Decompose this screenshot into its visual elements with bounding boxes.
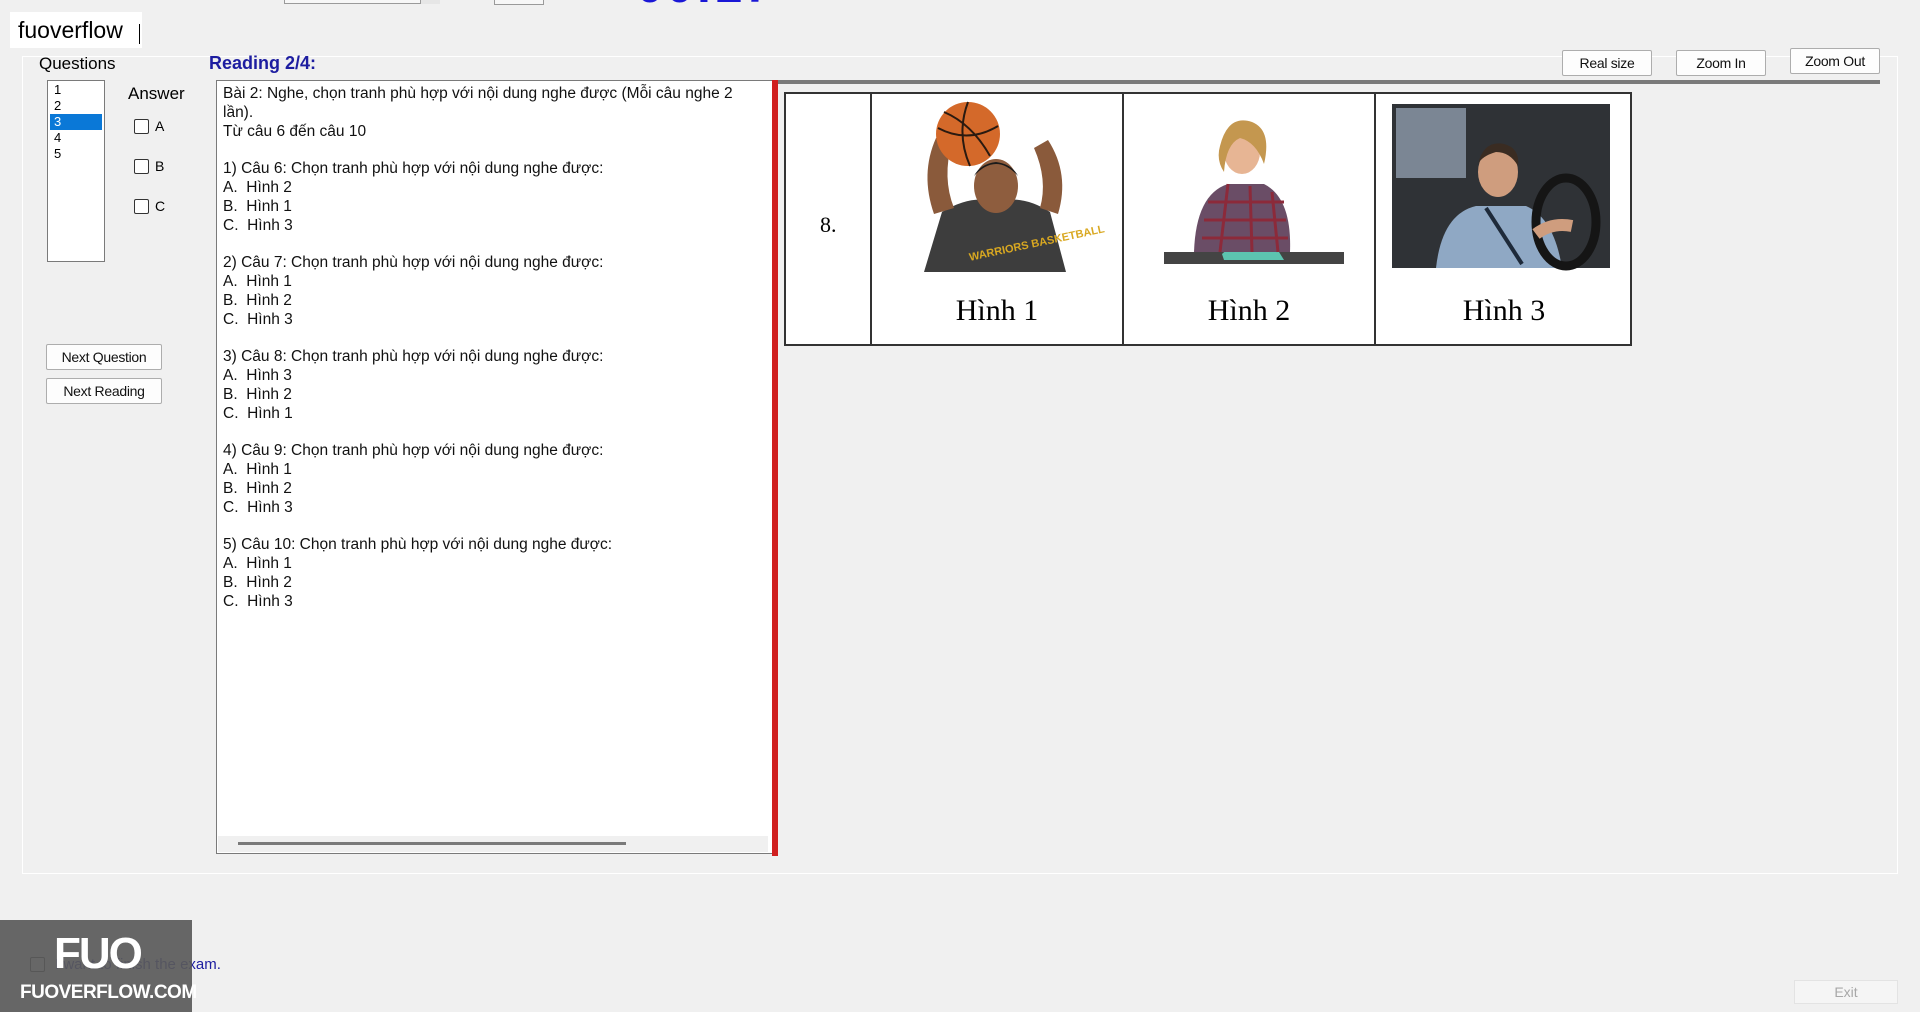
answer-option-b[interactable]: B xyxy=(134,158,164,174)
answer-a-label: A xyxy=(155,118,165,134)
picture-cell-2: Hình 2 xyxy=(1122,94,1374,344)
reading-text: Bài 2: Nghe, chọn tranh phù hợp với nội … xyxy=(223,85,733,610)
answer-c-checkbox[interactable] xyxy=(134,198,149,214)
answer-option-a[interactable]: A xyxy=(134,118,164,134)
answer-label: Answer xyxy=(128,84,185,103)
picture-caption-2: Hình 2 xyxy=(1207,294,1291,327)
picture-caption-3: Hình 3 xyxy=(1462,294,1546,327)
answer-option-c[interactable]: C xyxy=(134,198,165,214)
student-name-field: fuoverflow xyxy=(10,12,142,48)
question-item-3[interactable]: 3 xyxy=(50,114,102,130)
real-size-button[interactable]: Real size xyxy=(1562,50,1652,76)
question-item-1[interactable]: 1 xyxy=(50,82,102,98)
question-item-2[interactable]: 2 xyxy=(50,98,102,114)
watermark: FUO FUOVERFLOW.COM xyxy=(0,920,197,1012)
question-item-4[interactable]: 4 xyxy=(50,130,102,146)
zoom-in-button[interactable]: Zoom In xyxy=(1676,50,1766,76)
answer-b-checkbox[interactable] xyxy=(134,158,149,174)
picture-table: 8. WARRIORS BASKETBALL Hình 1 Hình 2 Hìn… xyxy=(784,92,1632,346)
reading-title: Reading 2/4: xyxy=(209,53,317,73)
top-small-field[interactable] xyxy=(494,0,544,5)
reading-text-panel[interactable]: Bài 2: Nghe, chọn tranh phù hợp với nội … xyxy=(216,80,774,854)
question-list[interactable]: 1 2 3 4 5 xyxy=(47,80,105,262)
picture-caption-1: Hình 1 xyxy=(955,294,1039,327)
exit-button[interactable]: Exit xyxy=(1794,980,1898,1004)
picture-cell-3: Hình 3 xyxy=(1374,94,1632,344)
basketball-player-image: WARRIORS BASKETBALL xyxy=(924,101,1106,272)
text-caret xyxy=(139,24,140,44)
picture-number: 8. xyxy=(820,212,837,237)
next-reading-button[interactable]: Next Reading xyxy=(46,378,162,404)
man-driving-image xyxy=(1392,104,1610,271)
top-text-field[interactable] xyxy=(284,0,440,4)
exam-timer: 00:17 xyxy=(636,0,774,10)
scrollbar-thumb[interactable] xyxy=(238,842,626,845)
answer-b-label: B xyxy=(155,158,165,174)
watermark-logo: FUO xyxy=(54,929,143,978)
top-dropdown-button[interactable] xyxy=(420,0,440,4)
answer-c-label: C xyxy=(155,198,166,214)
picture-cell-1: WARRIORS BASKETBALL Hình 1 xyxy=(870,94,1122,344)
watermark-site: FUOVERFLOW.COM xyxy=(20,982,197,1003)
woman-ironing-image xyxy=(1164,120,1344,264)
zoom-out-button[interactable]: Zoom Out xyxy=(1790,48,1880,74)
questions-label: Questions xyxy=(39,54,116,73)
next-question-button[interactable]: Next Question xyxy=(46,344,162,370)
question-item-5[interactable]: 5 xyxy=(50,146,102,162)
answer-a-checkbox[interactable] xyxy=(134,118,149,134)
